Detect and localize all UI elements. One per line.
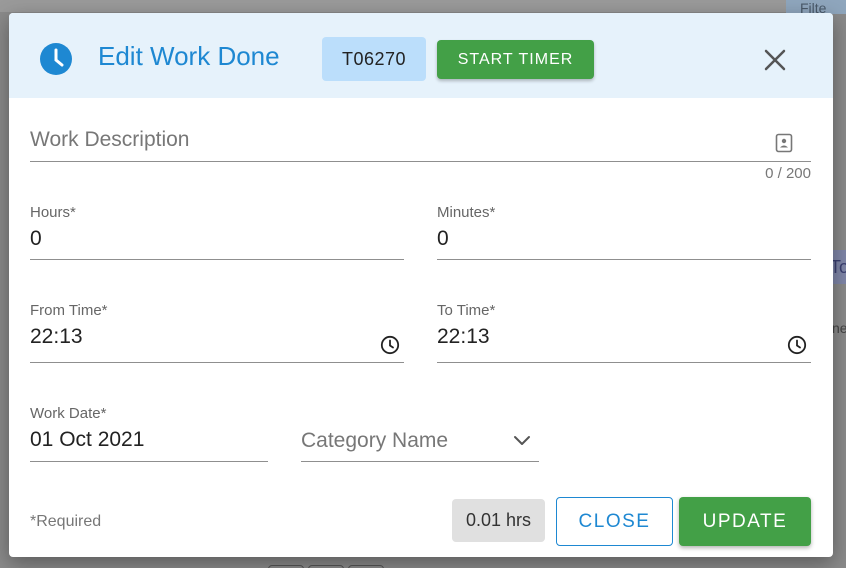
update-button[interactable]: UPDATE [679,497,811,546]
work-date-label: Work Date* [30,405,107,422]
from-time-label: From Time* [30,302,108,319]
to-time-value: 22:13 [437,325,490,348]
contact-card-icon[interactable] [775,133,793,153]
work-description-input[interactable]: Work Description [30,128,811,162]
minutes-field[interactable]: Minutes* 0 [437,204,811,260]
time-picker-icon[interactable] [787,335,807,355]
background-bottom-buttons [268,562,388,568]
from-time-value: 22:13 [30,325,83,348]
hours-value: 0 [30,227,42,250]
clock-icon [40,43,72,75]
category-select[interactable]: Category Name [301,429,539,462]
minutes-label: Minutes* [437,204,496,221]
work-date-field[interactable]: Work Date* 01 Oct 2021 [30,405,268,462]
close-icon[interactable] [763,48,787,72]
from-time-field[interactable]: From Time* 22:13 [30,302,404,363]
dialog-title: Edit Work Done [98,41,280,71]
close-button[interactable]: CLOSE [556,497,673,546]
required-note: *Required [30,513,102,530]
work-description-placeholder: Work Description [30,128,190,151]
background-side-text: ne [832,320,846,336]
minutes-value: 0 [437,227,449,250]
total-hours-chip: 0.01 hrs [452,499,545,542]
hours-label: Hours* [30,204,76,221]
dialog-header: Edit Work Done T06270 START TIMER [9,13,833,98]
chevron-down-icon[interactable] [513,435,531,447]
character-counter: 0 / 200 [765,165,811,182]
edit-work-done-dialog: Edit Work Done T06270 START TIMER Work D… [9,13,833,557]
work-date-value: 01 Oct 2021 [30,428,145,451]
to-time-label: To Time* [437,302,496,319]
time-picker-icon[interactable] [380,335,400,355]
to-time-field[interactable]: To Time* 22:13 [437,302,811,363]
background-filter-button: Filte [786,0,846,14]
category-placeholder: Category Name [301,429,449,452]
background-top-strip [0,0,846,12]
start-timer-button[interactable]: START TIMER [437,40,594,79]
hours-field[interactable]: Hours* 0 [30,204,404,260]
ticket-id-chip: T06270 [322,37,426,81]
